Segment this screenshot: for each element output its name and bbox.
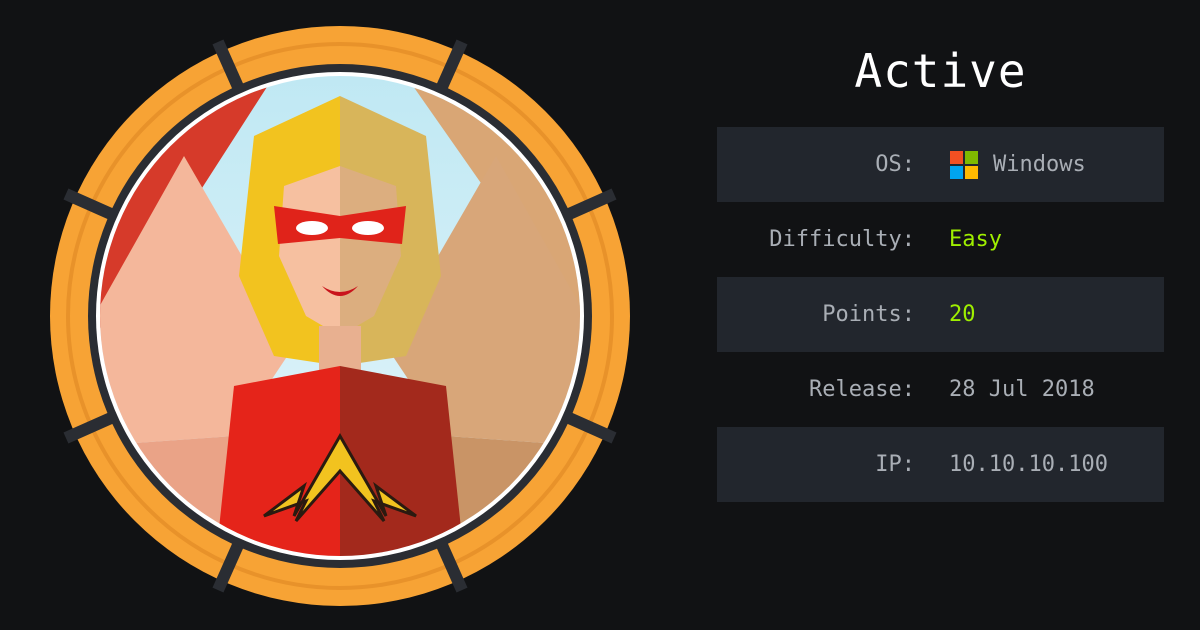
ip-label: IP:	[875, 452, 915, 477]
os-label: OS:	[875, 152, 915, 177]
windows-logo-icon	[950, 150, 978, 179]
os-value: Windows	[949, 150, 1086, 180]
release-row: Release: 28 Jul 2018	[717, 352, 1164, 427]
points-label: Points:	[822, 302, 915, 327]
machine-info-table: OS: Windows Difficulty: Easy Points: 20 …	[717, 127, 1164, 502]
points-row: Points: 20	[717, 277, 1164, 352]
avatar-badge-icon	[50, 26, 630, 606]
ip-value: 10.10.10.100	[949, 452, 1108, 477]
difficulty-label: Difficulty:	[769, 227, 915, 252]
ip-row: IP: 10.10.10.100	[717, 427, 1164, 502]
os-value-text: Windows	[993, 152, 1086, 177]
release-value: 28 Jul 2018	[949, 377, 1095, 402]
difficulty-row: Difficulty: Easy	[717, 202, 1164, 277]
machine-name-title: Active	[854, 44, 1027, 98]
difficulty-value: Easy	[949, 227, 1002, 252]
machine-avatar	[34, 16, 646, 616]
release-label: Release:	[809, 377, 915, 402]
points-value: 20	[949, 302, 976, 327]
os-row: OS: Windows	[717, 127, 1164, 202]
